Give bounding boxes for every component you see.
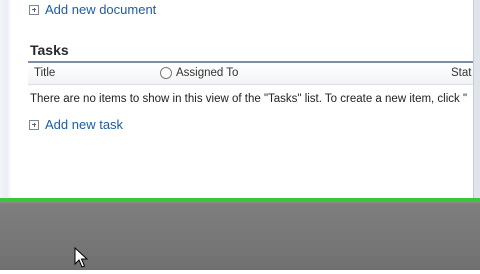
- browser-content: Add new document Tasks Title Assigned To…: [0, 0, 480, 200]
- tasks-title[interactable]: Tasks: [30, 42, 69, 58]
- add-new-task-link[interactable]: Add new task: [29, 117, 123, 132]
- column-header-assigned-to[interactable]: Assigned To: [160, 67, 238, 79]
- tasks-header-row: Title Assigned To Stat: [28, 64, 474, 85]
- add-square-icon: [29, 4, 39, 15]
- column-header-assigned-to-label[interactable]: Assigned To: [176, 67, 238, 79]
- vertical-scrollbar[interactable]: [473, 0, 480, 200]
- empty-list-message: There are no items to show in this view …: [30, 93, 468, 105]
- title-divider: [28, 61, 474, 63]
- add-new-document-link[interactable]: Add new document: [29, 2, 156, 17]
- column-header-title[interactable]: Title: [34, 67, 55, 79]
- add-square-icon: [29, 119, 39, 130]
- circle-icon: [160, 67, 172, 79]
- add-new-document-label[interactable]: Add new document: [45, 2, 156, 17]
- add-new-task-label[interactable]: Add new task: [45, 117, 123, 132]
- desktop-background: [0, 201, 480, 270]
- column-header-status[interactable]: Stat: [451, 67, 471, 79]
- left-border: [0, 0, 12, 200]
